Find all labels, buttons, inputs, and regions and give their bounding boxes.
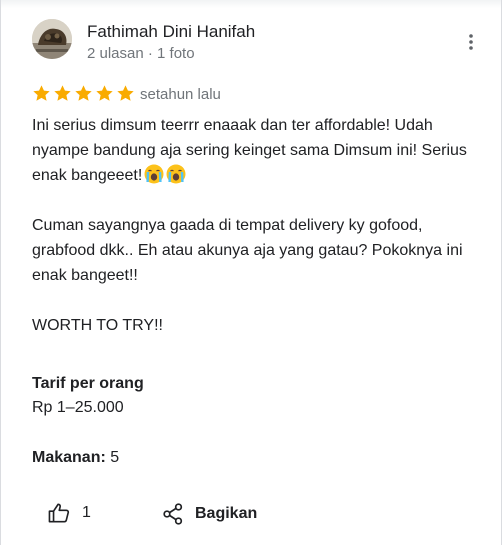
star-icon: [75, 85, 92, 101]
reviewer-meta: 2 ulasan · 1 foto: [87, 45, 195, 62]
share-icon: [163, 503, 183, 525]
like-count: 1: [82, 504, 91, 521]
loudly-crying-face-icon: [144, 164, 164, 184]
star-rating: [32, 84, 135, 103]
review-paragraph-1: Ini serius dimsum teerrr enaaak dan ter …: [32, 113, 482, 188]
share-label: Bagikan: [195, 505, 258, 522]
more-vert-icon: [469, 34, 473, 50]
reviewer-name[interactable]: Fathimah Dini Hanifah: [87, 22, 255, 42]
review-text: Ini serius dimsum teerrr enaaak dan ter …: [32, 113, 482, 363]
star-icon: [117, 85, 134, 101]
review-paragraph-2: Cuman sayangnya gaada di tempat delivery…: [32, 217, 463, 284]
star-icon: [54, 85, 71, 101]
top-divider: [1, 0, 501, 8]
thumb-up-icon: [48, 503, 70, 523]
more-options-button[interactable]: [459, 30, 483, 54]
avatar[interactable]: [32, 19, 72, 59]
review-paragraph-3: WORTH TO TRY!!: [32, 317, 163, 334]
loudly-crying-face-icon: [166, 164, 186, 184]
food-rating-value: 5: [110, 449, 120, 466]
price-label: Tarif per orang: [32, 375, 144, 392]
food-rating-label: Makanan:: [32, 449, 106, 466]
review-paragraph-1-text: Ini serius dimsum teerrr enaaak dan ter …: [32, 117, 467, 184]
profile-photo-icon: [32, 19, 72, 59]
like-button[interactable]: 1: [48, 503, 91, 523]
share-button[interactable]: Bagikan: [163, 503, 257, 525]
star-icon: [33, 85, 50, 101]
food-rating: Makanan: 5: [32, 449, 119, 467]
review-time: setahun lalu: [140, 86, 221, 103]
price-value: Rp 1–25.000: [32, 399, 124, 416]
star-icon: [96, 85, 113, 101]
review-card: Fathimah Dini Hanifah 2 ulasan · 1 foto …: [0, 0, 502, 545]
